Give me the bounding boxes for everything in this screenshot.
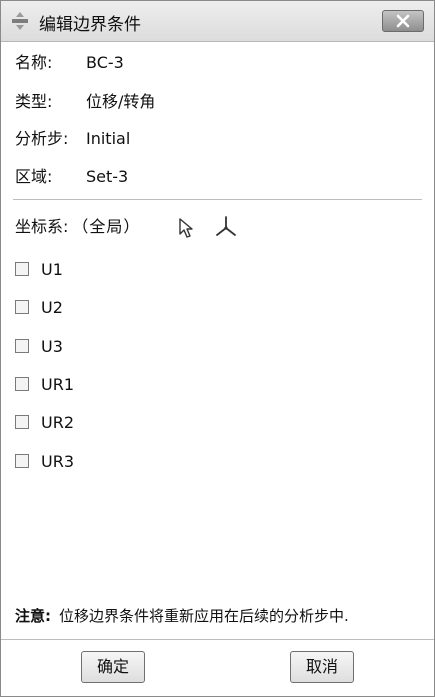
checkbox-u1[interactable] bbox=[15, 262, 29, 276]
title-bar: 编辑边界条件 bbox=[1, 1, 434, 42]
region-row: 区域: Set-3 bbox=[15, 166, 128, 188]
note-message: 位移边界条件将重新应用在后续的分析步中. bbox=[59, 607, 349, 625]
dialog-title: 编辑边界条件 bbox=[39, 15, 141, 35]
checkbox-ur2[interactable] bbox=[15, 415, 29, 429]
dof-u1-label: U1 bbox=[41, 260, 63, 279]
boundary-condition-icon bbox=[10, 11, 30, 31]
type-label: 类型: bbox=[15, 92, 53, 111]
dof-u2-label: U2 bbox=[41, 298, 63, 317]
arrow-select-icon[interactable] bbox=[177, 217, 197, 243]
step-row: 分析步: Initial bbox=[15, 128, 130, 150]
step-value: Initial bbox=[86, 129, 131, 148]
name-value: BC-3 bbox=[86, 53, 124, 72]
note-text: 注意: 位移边界条件将重新应用在后续的分析步中. bbox=[15, 605, 349, 627]
dialog-content: 名称: BC-3 类型: 位移/转角 分析步: Initial 区域: Set-… bbox=[1, 42, 434, 696]
ok-button[interactable]: 确定 bbox=[81, 651, 145, 683]
separator bbox=[13, 199, 422, 200]
step-label: 分析步: bbox=[15, 129, 69, 148]
name-label: 名称: bbox=[15, 53, 53, 72]
cancel-button[interactable]: 取消 bbox=[290, 651, 354, 683]
note-prefix: 注意: bbox=[15, 607, 51, 625]
bottom-separator bbox=[1, 639, 434, 640]
dof-ur3-label: UR3 bbox=[41, 452, 75, 471]
name-row: 名称: BC-3 bbox=[15, 52, 124, 74]
checkbox-u3[interactable] bbox=[15, 339, 29, 353]
dof-u3-label: U3 bbox=[41, 337, 63, 356]
csys-axis-icon[interactable] bbox=[213, 215, 239, 243]
checkbox-ur1[interactable] bbox=[15, 377, 29, 391]
coordinate-system-row: 坐标系: （全局） bbox=[15, 214, 140, 240]
region-value: Set-3 bbox=[86, 167, 129, 186]
close-button[interactable] bbox=[382, 10, 424, 32]
coordinate-system-label: 坐标系: bbox=[15, 217, 69, 236]
type-value: 位移/转角 bbox=[86, 92, 156, 111]
close-icon bbox=[396, 14, 410, 28]
checkbox-u2[interactable] bbox=[15, 300, 29, 314]
dof-ur1-label: UR1 bbox=[41, 375, 75, 394]
checkbox-ur3[interactable] bbox=[15, 454, 29, 468]
region-label: 区域: bbox=[15, 167, 53, 186]
edit-boundary-condition-dialog: 编辑边界条件 名称: BC-3 类型: 位移/转角 分析步: Initial 区… bbox=[0, 0, 435, 697]
dof-ur2-label: UR2 bbox=[41, 413, 75, 432]
coordinate-system-value: （全局） bbox=[72, 217, 141, 236]
type-row: 类型: 位移/转角 bbox=[15, 91, 155, 113]
